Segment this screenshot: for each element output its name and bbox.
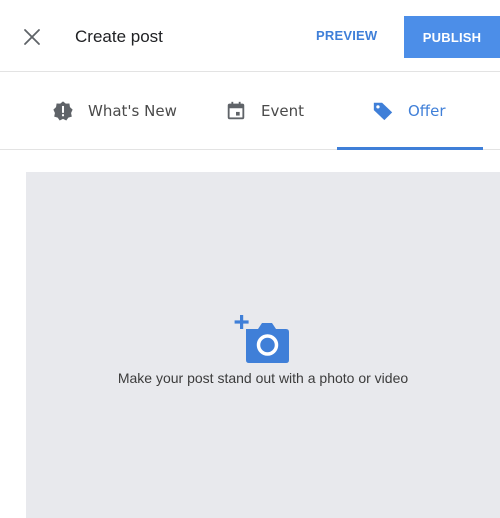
active-tab-indicator (337, 147, 483, 150)
post-type-tabs: What's New Event Offer (0, 72, 500, 150)
calendar-icon (227, 101, 245, 120)
tab-whats-new-label: What's New (88, 102, 177, 120)
alert-badge-icon (53, 101, 73, 121)
close-icon (24, 29, 40, 45)
media-caption: Make your post stand out with a photo or… (117, 370, 409, 386)
close-button[interactable] (20, 25, 44, 49)
add-photo-icon[interactable] (234, 315, 290, 365)
tab-offer-label: Offer (408, 102, 446, 120)
dialog-title: Create post (75, 27, 163, 46)
media-upload-area[interactable]: Make your post stand out with a photo or… (26, 172, 500, 518)
tab-offer[interactable]: Offer (372, 72, 446, 150)
create-post-dialog: Create post PREVIEW PUBLISH What's New E… (0, 0, 500, 518)
tab-whats-new[interactable]: What's New (52, 72, 177, 150)
dialog-header: Create post PREVIEW PUBLISH (0, 0, 500, 72)
preview-button[interactable]: PREVIEW (316, 28, 377, 43)
publish-button[interactable]: PUBLISH (404, 16, 500, 58)
tab-event-label: Event (261, 102, 304, 120)
tab-event[interactable]: Event (225, 72, 304, 150)
tag-icon (373, 102, 393, 121)
